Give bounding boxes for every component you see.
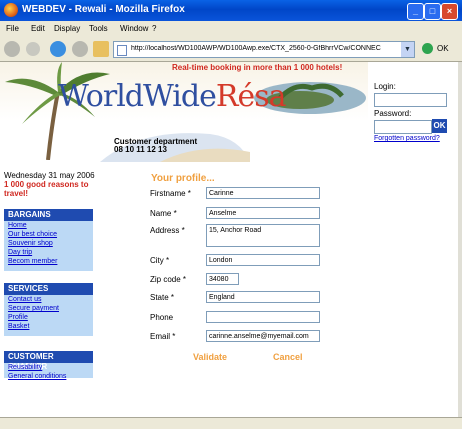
state-label: State * [150, 293, 175, 302]
name-label: Name * [150, 209, 177, 218]
stop-icon[interactable] [72, 41, 88, 57]
address-input[interactable]: 15, Anchor Road [206, 224, 320, 247]
cancel-button[interactable]: Cancel [273, 352, 303, 362]
firstname-input[interactable]: Carinne [206, 187, 320, 199]
firefox-icon [4, 3, 18, 17]
customer-charter-panel: CUSTOMER CHARTER Reusability General con… [4, 351, 93, 381]
login-label: Login: [374, 82, 396, 91]
maximize-button[interactable]: □ [424, 3, 441, 20]
bargains-panel: BARGAINS Home Our best choice Souvenir s… [4, 209, 93, 271]
city-input[interactable]: London [206, 254, 320, 266]
link-day-trip[interactable]: Day trip [4, 248, 93, 257]
state-input[interactable]: England [206, 291, 320, 303]
link-profile[interactable]: Profile [4, 313, 93, 322]
password-input[interactable] [374, 120, 432, 134]
navigation-toolbar: http://localhost/WD100AWP/WD100Awp.exe/C… [0, 37, 462, 62]
logo-text: WorldWide [58, 79, 217, 114]
customer-department: Customer department 08 10 11 12 13 [114, 138, 197, 154]
login-ok-button[interactable]: OK [432, 119, 447, 133]
logo-accent: Résa [215, 79, 287, 114]
forgotten-password-link[interactable]: Forgotten password? [374, 135, 440, 142]
link-reusability[interactable]: Reusability [4, 363, 93, 372]
form-title: Your profile... [151, 173, 215, 184]
link-general-conditions[interactable]: General conditions [4, 372, 93, 381]
zip-label: Zip code * [150, 275, 187, 284]
email-label: Email * [150, 332, 176, 341]
firstname-label: Firstname * [150, 189, 191, 198]
password-label: Password: [374, 109, 412, 118]
vertical-scrollbar[interactable] [458, 62, 462, 417]
services-title: SERVICES [4, 283, 93, 295]
address-label: Address * [150, 226, 185, 235]
minimize-button[interactable]: _ [407, 3, 424, 20]
menu-display[interactable]: Display [54, 24, 80, 33]
tagline: Real-time booking in more than 1 000 hot… [172, 63, 343, 72]
link-secure-payment[interactable]: Secure payment [4, 304, 93, 313]
services-panel: SERVICES Contact us Secure payment Profi… [4, 283, 93, 336]
link-home[interactable]: Home [4, 221, 93, 230]
current-date: Wednesday 31 may 2006 [4, 171, 95, 180]
site-header: Real-time booking in more than 1 000 hot… [0, 62, 368, 162]
menu-edit[interactable]: Edit [31, 24, 45, 33]
go-button[interactable]: OK [437, 44, 449, 53]
close-button[interactable]: × [441, 3, 458, 20]
login-input[interactable] [374, 93, 447, 107]
email-input[interactable]: carinne.anselme@myemail.com [206, 330, 320, 342]
reload-icon[interactable] [50, 41, 66, 57]
phone-label: Phone [150, 313, 174, 322]
link-contact-us[interactable]: Contact us [4, 295, 93, 304]
go-icon[interactable] [422, 43, 433, 54]
address-bar[interactable]: http://localhost/WD100AWP/WD100Awp.exe/C… [113, 41, 415, 58]
address-url[interactable]: http://localhost/WD100AWP/WD100Awp.exe/C… [131, 45, 391, 52]
customer-charter-title: CUSTOMER CHARTER [4, 351, 93, 371]
site-logo[interactable]: WorldWideRésa [58, 79, 286, 114]
menu-bar: File Edit Display Tools Window ? [0, 21, 462, 38]
menu-window[interactable]: Window [120, 24, 148, 33]
web-page: Real-time booking in more than 1 000 hot… [0, 62, 458, 417]
address-dropdown-icon[interactable]: ▼ [401, 42, 414, 57]
link-best-choice[interactable]: Our best choice [4, 230, 93, 239]
city-label: City * [150, 256, 170, 265]
promo-text: 1 000 good reasons to travel! [4, 180, 89, 198]
menu-file[interactable]: File [6, 24, 19, 33]
home-icon[interactable] [93, 41, 109, 57]
link-become-member[interactable]: Becom member [4, 257, 93, 266]
forward-icon[interactable] [26, 42, 40, 56]
menu-tools[interactable]: Tools [89, 24, 108, 33]
status-bar [0, 417, 462, 429]
link-souvenir-shop[interactable]: Souvenir shop [4, 239, 93, 248]
link-basket[interactable]: Basket [4, 322, 93, 331]
back-icon[interactable] [4, 41, 20, 57]
page-icon [117, 45, 127, 56]
phone-input[interactable] [206, 311, 320, 323]
name-input[interactable]: Anselme [206, 207, 320, 219]
window-title: WEBDEV - Rewali - Mozilla Firefox [22, 4, 185, 15]
title-bar: WEBDEV - Rewali - Mozilla Firefox _ □ × [0, 0, 462, 21]
zip-input[interactable]: 34080 [206, 273, 239, 285]
bargains-title: BARGAINS [4, 209, 93, 221]
customer-department-phone: 08 10 11 12 13 [114, 145, 167, 154]
validate-button[interactable]: Validate [193, 352, 227, 362]
menu-help[interactable]: ? [152, 24, 156, 33]
